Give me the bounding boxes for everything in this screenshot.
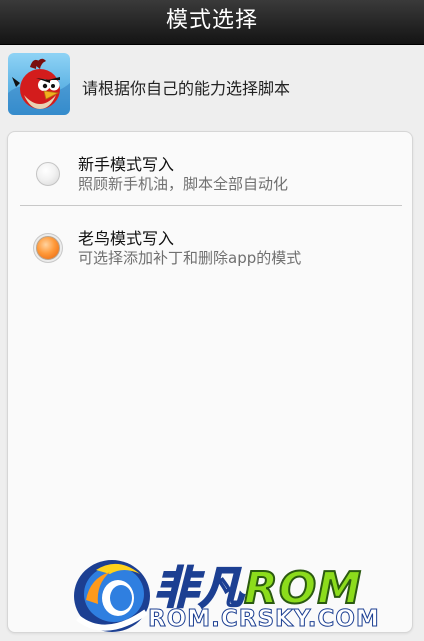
option-title: 老鸟模式写入: [78, 229, 175, 248]
option-subtitle: 照顾新手机油，脚本全部自动化: [78, 175, 289, 193]
radio-selected-icon[interactable]: [36, 236, 60, 260]
watermark-url: ROM.CRSKY.COM: [148, 606, 380, 633]
radio-unselected-icon[interactable]: [36, 162, 60, 186]
divider: [20, 205, 402, 206]
title-bar: 模式选择: [0, 0, 424, 45]
page-title: 模式选择: [165, 8, 258, 33]
angry-bird-app-icon: [8, 53, 70, 115]
option-novice-mode[interactable]: 新手模式写入 照顾新手机油，脚本全部自动化: [8, 140, 412, 208]
option-subtitle: 可选择添加补丁和删除app的模式: [78, 249, 302, 267]
option-expert-mode[interactable]: 老鸟模式写入 可选择添加补丁和删除app的模式: [8, 214, 412, 282]
option-title: 新手模式写入: [78, 155, 175, 174]
header-instruction: 请根据你自己的能力选择脚本: [82, 79, 291, 98]
header: 请根据你自己的能力选择脚本: [0, 45, 424, 125]
watermark-logo: 非凡ROM ROM.CRSKY.COM: [60, 548, 379, 638]
